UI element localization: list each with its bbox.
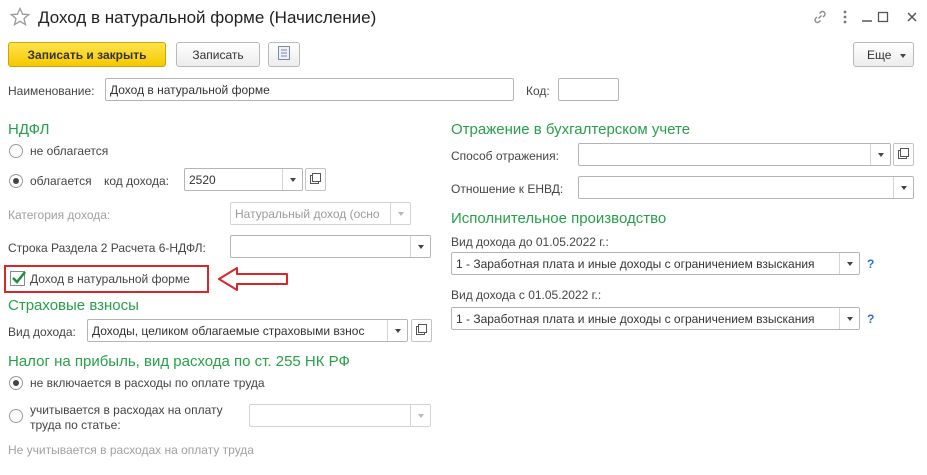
enforcement-before-value: 1 - Заработная плата и иные доходы с огр… (456, 257, 815, 271)
name-label: Наименование: (8, 84, 95, 98)
ndfl-section-title: НДФЛ (8, 121, 50, 138)
income-code-label: код дохода: (104, 174, 169, 188)
taxed-label: облагается (30, 174, 92, 188)
enforcement-after-label: Вид дохода с 01.05.2022 г.: (451, 288, 602, 302)
chevron-down-icon[interactable] (410, 236, 430, 257)
name-value: Доход в натуральной форме (110, 83, 270, 97)
row-6ndfl-label: Строка Раздела 2 Расчета 6-НДФЛ: (8, 241, 206, 255)
name-input[interactable]: Доход в натуральной форме (105, 78, 514, 101)
save-button[interactable]: Записать (176, 42, 260, 67)
chevron-down-icon (410, 405, 430, 426)
chevron-down-icon[interactable] (893, 177, 913, 198)
close-icon[interactable] (903, 8, 921, 26)
profit-tax-note: Не учитывается в расходах на оплату труд… (8, 443, 254, 457)
included-label-line1: учитывается в расходах на оплату (30, 403, 223, 417)
code-label: Код: (526, 84, 550, 98)
save-and-close-button[interactable]: Записать и закрыть (8, 42, 166, 67)
window-title: Доход в натуральной форме (Начисление) (38, 8, 377, 27)
not-taxed-label: не облагается (30, 144, 109, 158)
income-category-select: Натуральный доход (осно (230, 202, 411, 225)
taxed-radio[interactable] (9, 174, 23, 188)
enforcement-before-select[interactable]: 1 - Заработная плата и иные доходы с огр… (451, 252, 860, 275)
income-code-select[interactable]: 2520 (184, 168, 303, 191)
income-code-value: 2520 (189, 173, 216, 187)
income-category-value: Натуральный доход (осно (235, 207, 380, 221)
row-6ndfl-select[interactable] (230, 235, 431, 258)
more-menu-icon[interactable] (836, 8, 854, 26)
help-icon[interactable]: ? (867, 257, 874, 271)
not-taxed-radio[interactable] (9, 144, 23, 158)
red-arrow-icon (217, 265, 289, 293)
income-code-open-button[interactable] (305, 168, 326, 191)
insurance-income-type-value: Доходы, целиком облагаемые страховыми вз… (92, 324, 365, 338)
favorite-star-icon[interactable] (9, 6, 31, 27)
enforcement-section-title: Исполнительное производство (451, 210, 667, 227)
help-icon[interactable]: ? (867, 312, 874, 326)
open-form-icon (416, 323, 427, 338)
chevron-down-icon[interactable] (282, 169, 302, 190)
enforcement-after-select[interactable]: 1 - Заработная плата и иные доходы с огр… (451, 307, 860, 330)
insurance-section-title: Страховые взносы (8, 297, 139, 314)
included-label-line2: труда по статье: (30, 418, 121, 432)
enforcement-before-label: Вид дохода до 01.05.2022 г.: (451, 235, 609, 249)
chevron-down-icon[interactable] (839, 253, 859, 274)
enforcement-after-value: 1 - Заработная плата и иные доходы с огр… (456, 312, 815, 326)
accounting-section-title: Отражение в бухгалтерском учете (451, 121, 691, 138)
accounting-open-button[interactable] (893, 143, 914, 166)
envd-label: Отношение к ЕНВД: (451, 182, 564, 196)
open-form-icon (310, 172, 321, 187)
income-category-label: Категория дохода: (8, 208, 111, 222)
in-kind-label: Доход в натуральной форме (30, 272, 190, 286)
chevron-down-icon[interactable] (839, 308, 859, 329)
code-input[interactable] (558, 78, 619, 101)
accounting-method-label: Способ отражения: (451, 149, 559, 163)
chevron-down-icon[interactable] (387, 320, 407, 341)
insurance-income-type-label: Вид дохода: (8, 325, 76, 339)
profit-tax-section-title: Налог на прибыль, вид расхода по ст. 255… (8, 353, 350, 370)
accounting-method-select[interactable] (578, 143, 891, 166)
envd-select[interactable] (578, 176, 914, 199)
insurance-open-button[interactable] (411, 319, 432, 342)
open-form-icon (898, 147, 909, 162)
included-radio[interactable] (9, 409, 23, 423)
more-button-label: Еще (867, 47, 892, 62)
more-button[interactable]: Еще (853, 42, 914, 67)
not-included-radio[interactable] (9, 376, 23, 390)
list-icon (278, 46, 290, 63)
link-icon[interactable] (811, 8, 829, 26)
insurance-income-type-select[interactable]: Доходы, целиком облагаемые страховыми вз… (87, 319, 408, 342)
article-select (249, 404, 431, 427)
report-list-button[interactable] (268, 42, 300, 67)
not-included-label: не включается в расходы по оплате труда (30, 376, 265, 390)
in-kind-checkbox[interactable] (10, 271, 26, 286)
chevron-down-icon[interactable] (870, 144, 890, 165)
maximize-icon[interactable] (874, 8, 892, 26)
chevron-down-icon (390, 203, 410, 224)
chevron-down-icon (900, 54, 906, 58)
